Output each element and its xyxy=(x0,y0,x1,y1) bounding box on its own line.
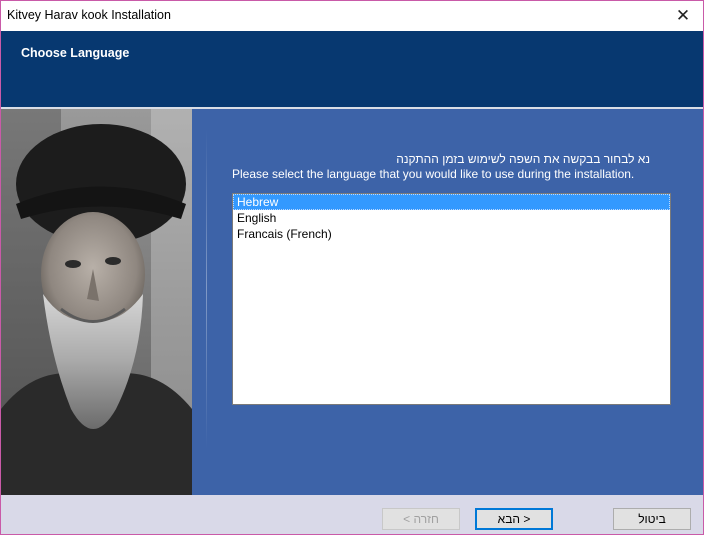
wizard-header: Choose Language xyxy=(1,31,703,107)
rabbi-portrait-image xyxy=(1,109,192,495)
page-title: Choose Language xyxy=(21,46,130,60)
main-panel: נא לבחור בבקשה את השפה לשימוש בזמן ההתקנ… xyxy=(192,109,703,495)
button-bar: < חזרה הבא > ביטול xyxy=(1,495,703,534)
language-option-french[interactable]: Francais (French) xyxy=(233,226,670,242)
language-option-hebrew[interactable]: Hebrew xyxy=(233,194,670,210)
panel-separator xyxy=(206,129,207,449)
close-icon[interactable]: ✕ xyxy=(663,1,703,31)
next-button[interactable]: הבא > xyxy=(475,508,553,530)
title-bar: Kitvey Harav kook Installation ✕ xyxy=(1,1,703,31)
cancel-button[interactable]: ביטול xyxy=(613,508,691,530)
window-title: Kitvey Harav kook Installation xyxy=(7,8,171,22)
language-option-english[interactable]: English xyxy=(233,210,670,226)
side-image xyxy=(1,109,192,495)
prompt-hebrew: נא לבחור בבקשה את השפה לשימוש בזמן ההתקנ… xyxy=(396,152,650,166)
back-button[interactable]: < חזרה xyxy=(382,508,460,530)
installer-window: Kitvey Harav kook Installation ✕ Choose … xyxy=(0,0,704,535)
language-listbox[interactable]: Hebrew English Francais (French) xyxy=(232,193,671,405)
prompt-english: Please select the language that you woul… xyxy=(232,167,635,181)
